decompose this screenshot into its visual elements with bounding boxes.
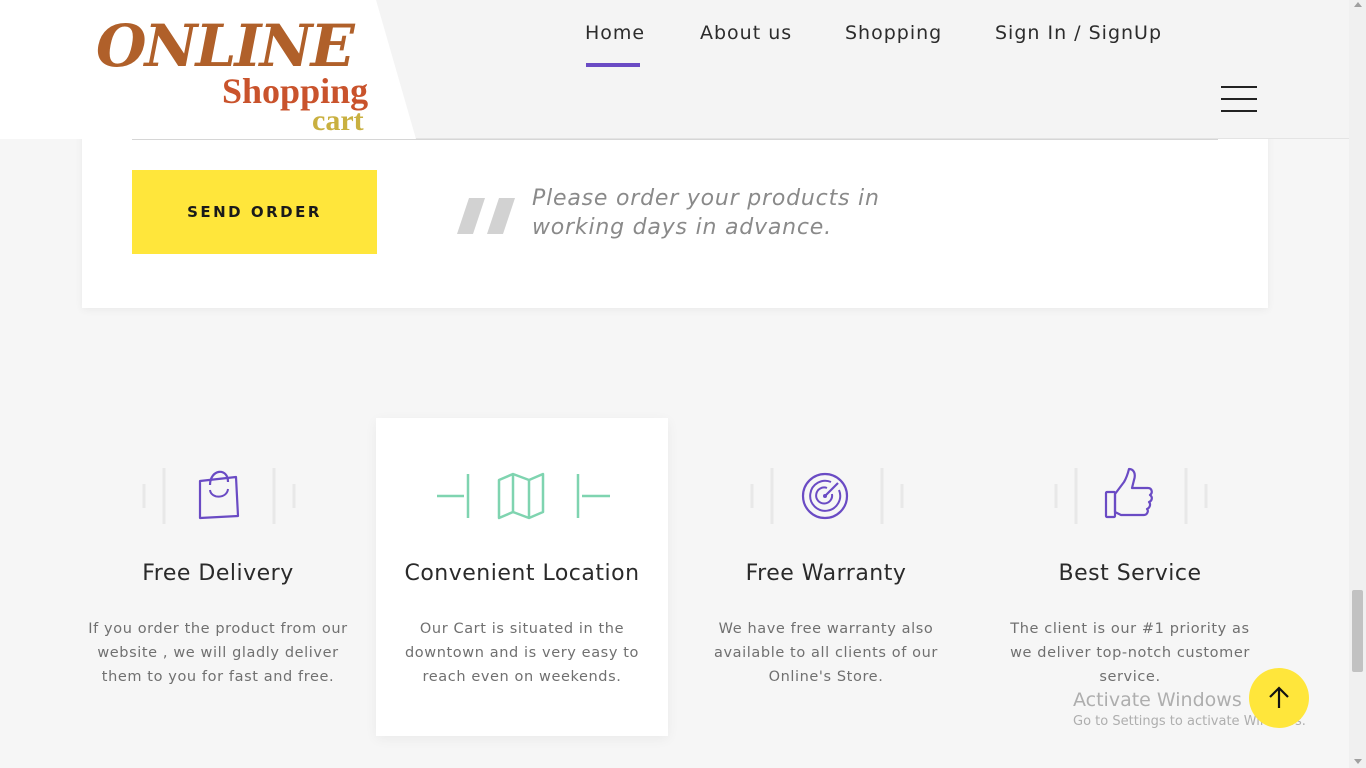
map-icon [437,472,610,520]
thumbs-up-icon [1054,467,1208,524]
nav-sign-in-signup[interactable]: Sign In / SignUp [995,22,1162,44]
feature-free-warranty: Free Warranty We have free warranty also… [680,418,972,736]
nav-home[interactable]: Home [585,22,645,44]
logo[interactable]: ONLINE Shopping cart [0,0,416,139]
scroll-up-arrow-icon[interactable] [1354,2,1362,7]
feature-free-delivery: Free Delivery If you order the product f… [72,418,364,736]
feature-title: Convenient Location [404,561,640,586]
back-to-top-button[interactable] [1249,668,1309,728]
nav-shopping[interactable]: Shopping [845,22,942,44]
feature-description: The client is our #1 priority as we deli… [1010,621,1250,685]
feature-description: Our Cart is situated in the downtown and… [405,621,639,685]
shopping-bag-icon [142,468,296,524]
activate-windows-title: Activate Windows [1073,689,1242,711]
feature-title: Free Delivery [142,561,294,586]
feature-title: Best Service [1058,561,1202,586]
page-scrollbar[interactable] [1349,0,1366,768]
nav-about-us[interactable]: About us [700,22,792,44]
feature-description: If you order the product from our websit… [88,621,348,685]
target-icon [750,468,904,524]
feature-title: Free Warranty [745,561,907,586]
order-note: Please order your products in working da… [532,186,880,240]
hamburger-icon[interactable] [1221,86,1257,112]
arrow-up-icon [1269,686,1289,708]
scrollbar-thumb[interactable] [1352,590,1363,672]
site-header: ONLINE Shopping cart Home About us Shopp… [0,0,1366,139]
nav-active-indicator [586,63,640,67]
form-divider [132,139,1218,140]
quote-icon [457,198,515,234]
feature-description: We have free warranty also available to … [714,621,938,685]
send-order-button[interactable]: SEND ORDER [132,170,377,254]
feature-convenient-location: Convenient Location Our Cart is situated… [376,418,668,736]
scroll-down-arrow-icon[interactable] [1354,759,1362,764]
logo-text-cart: cart [312,104,364,137]
